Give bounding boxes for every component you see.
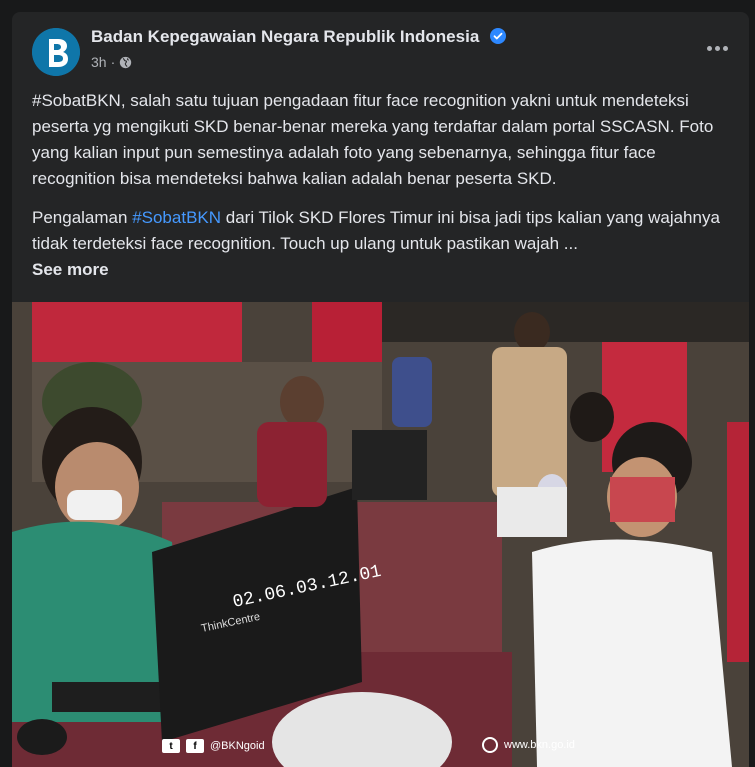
paragraph-2-start: Pengalaman [32,208,133,227]
globe-icon[interactable] [119,56,132,69]
page-name[interactable]: Badan Kepegawaian Negara Republik Indone… [91,27,507,47]
meta-separator: · [110,54,116,70]
see-more-link[interactable]: See more [32,260,109,279]
post-paragraph-2: Pengalaman #SobatBKN dari Tilok SKD Flor… [32,205,732,283]
watermark-site: www.bkn.go.id [504,739,575,751]
post-meta: 3h · [91,54,132,70]
post-header: Badan Kepegawaian Negara Republik Indone… [12,12,749,84]
page-name-label[interactable]: Badan Kepegawaian Negara Republik Indone… [91,27,479,46]
post-text: #SobatBKN, salah satu tujuan pengadaan f… [32,88,732,296]
hashtag-link[interactable]: #SobatBKN [132,208,221,227]
facebook-icon: f [186,739,204,753]
more-dot [722,45,728,51]
photo-scene: ThinkCentre 02.06.03.12.01 [12,302,749,767]
watermark-website: www.bkn.go.id [482,737,575,753]
facebook-post-card: Badan Kepegawaian Negara Republik Indone… [12,12,749,767]
watermark-handle: @BKNgoid [210,740,265,752]
more-options-button[interactable] [703,38,731,58]
post-photo[interactable]: ThinkCentre 02.06.03.12.01 t f @BKNgoid … [12,302,749,767]
watermark-social: t f @BKNgoid [162,739,265,753]
more-dot [706,45,712,51]
web-icon [482,737,498,753]
post-timestamp[interactable]: 3h [91,54,107,70]
post-paragraph-1: #SobatBKN, salah satu tujuan pengadaan f… [32,91,714,188]
verified-badge-icon [490,28,507,44]
page-avatar[interactable] [32,28,80,76]
more-dot [714,45,720,51]
twitter-icon: t [162,739,180,753]
bkn-logo-icon [32,28,80,76]
